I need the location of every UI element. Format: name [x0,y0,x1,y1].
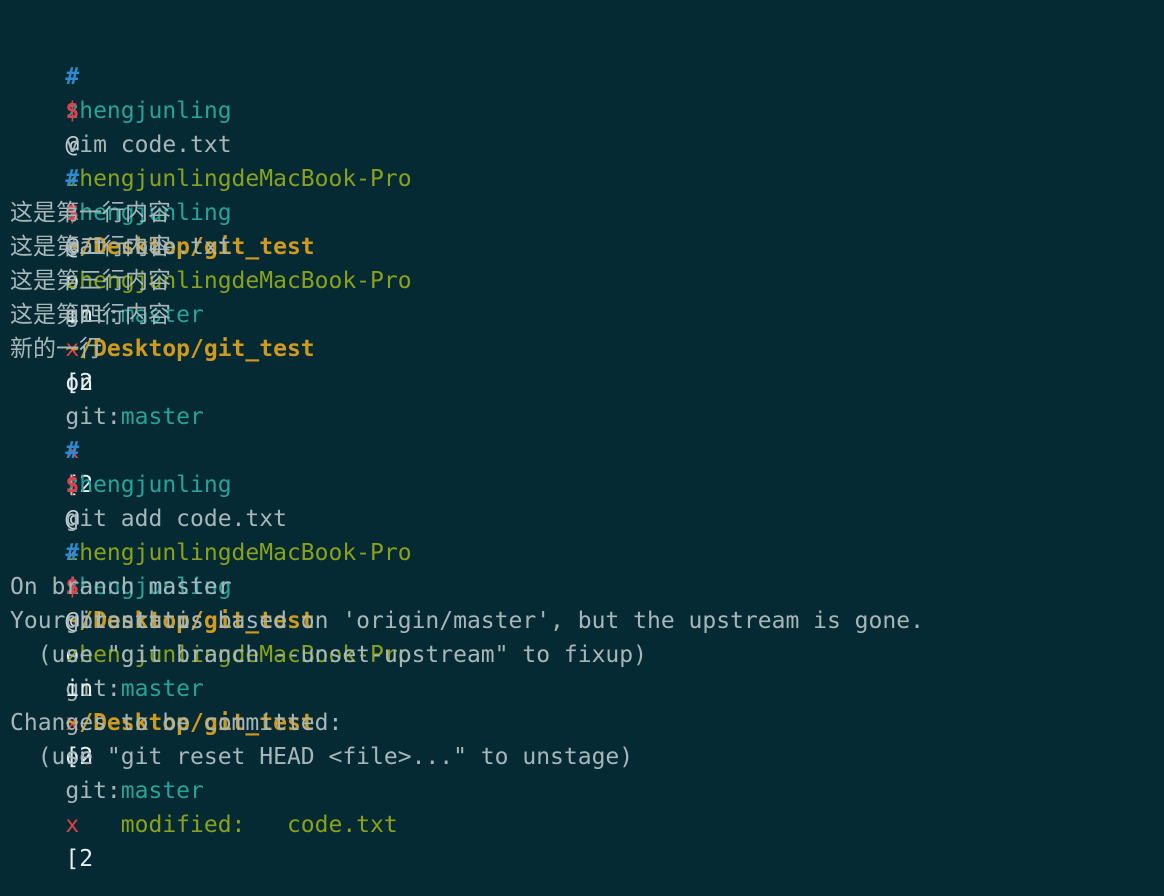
output-line: 新的一行 [10,336,102,362]
command-line: $ git add code.txt [10,434,287,532]
prompt-line: # zhengjunling @ zhengjunlingdeMacBook-P… [10,502,411,872]
prompt-dollar: $ [65,98,80,124]
prompt-branch: master [120,778,204,804]
prompt-bracket: [2 [65,846,94,872]
output-line: Your branch is based on 'origin/master',… [10,608,924,634]
output-line: (use "git reset HEAD <file>..." to unsta… [10,744,634,770]
output-line: (use "git branch --unset-upstream" to fi… [10,642,647,668]
output-line: 这是第四行内容 [10,302,171,328]
prompt-in: in [65,676,94,702]
modified-file-line: modified: code.txt [10,812,398,838]
prompt-on: on [65,370,94,396]
prompt-user: zhengjunling [65,472,232,498]
command-line: $ cat code.txt [10,162,231,260]
output-line: 这是第三行内容 [10,268,171,294]
output-line: 这是第一行内容 [10,200,171,226]
prompt-git-label: git: [65,778,121,804]
prompt-dollar: $ [65,472,80,498]
command-line: $ vim code.txt [10,60,231,158]
prompt-line: # zhengjunling @ zhengjunlingdeMacBook-P… [10,26,411,396]
prompt-path: ~/Desktop/git_test [65,336,315,362]
command-line: $ git status [10,536,203,634]
prompt-line: # zhengjunling @ zhengjunlingdeMacBook-P… [10,128,411,498]
output-line: On branch master [10,574,232,600]
prompt-line: # zhengjunling @ zhengjunlingdeMacBook-P… [10,400,411,770]
terminal-window[interactable]: # zhengjunling @ zhengjunlingdeMacBook-P… [0,0,1164,896]
prompt-user: zhengjunling [65,98,232,124]
output-line: 这是第二行内容 [10,234,171,260]
output-line: Changes to be committed: [10,710,343,736]
prompt-branch: master [120,676,204,702]
